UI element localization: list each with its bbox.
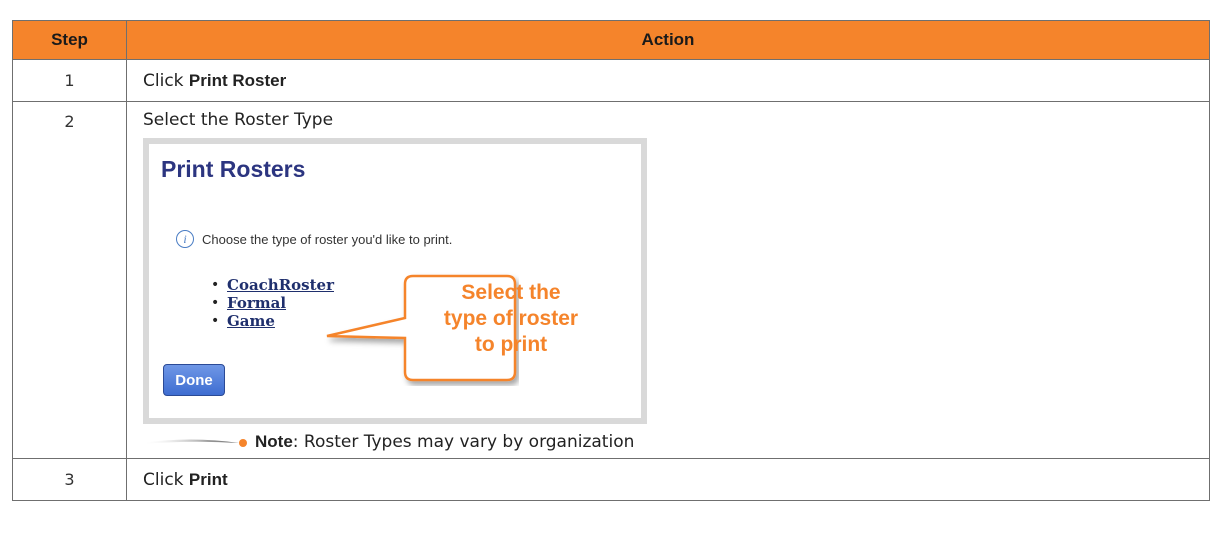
action-text: Click bbox=[143, 469, 189, 490]
table-row: 2 Select the Roster Type Print Rosters i… bbox=[12, 101, 1210, 459]
screenshot-panel: Print Rosters i Choose the type of roste… bbox=[149, 144, 641, 418]
info-message: i Choose the type of roster you'd like t… bbox=[176, 230, 452, 248]
note-swoosh-icon bbox=[141, 439, 247, 447]
action-cell: Select the Roster Type Print Rosters i C… bbox=[126, 101, 1210, 459]
callout-line: to print bbox=[474, 333, 548, 356]
action-bold-text: Print bbox=[188, 469, 228, 489]
header-step: Step bbox=[12, 20, 127, 60]
action-bold-text: Print Roster bbox=[188, 70, 287, 90]
note-line: Note: Roster Types may vary by organizat… bbox=[141, 432, 1209, 452]
info-text: Choose the type of roster you'd like to … bbox=[202, 231, 453, 247]
instructions-table: Step Action 1 Click Print Roster 2 Selec… bbox=[12, 20, 1210, 501]
table-row: 1 Click Print Roster bbox=[12, 59, 1210, 102]
note-text: : Roster Types may vary by organization bbox=[292, 432, 635, 452]
step-number: 3 bbox=[12, 458, 127, 501]
bullet-icon: • bbox=[211, 313, 220, 329]
callout-text: Select the type of roster to print bbox=[401, 280, 621, 358]
action-text: Select the Roster Type bbox=[143, 110, 334, 130]
action-cell: Click Print Roster bbox=[126, 59, 1210, 102]
callout-line: type of roster bbox=[443, 307, 579, 330]
print-rosters-title: Print Rosters bbox=[161, 156, 306, 182]
header-action: Action bbox=[126, 20, 1210, 60]
done-button[interactable]: Done bbox=[163, 364, 225, 396]
step-number: 1 bbox=[12, 59, 127, 102]
table-header-row: Step Action bbox=[12, 20, 1210, 60]
print-rosters-screenshot: Print Rosters i Choose the type of roste… bbox=[143, 138, 647, 424]
action-cell: Click Print bbox=[126, 458, 1210, 501]
link-formal[interactable]: Formal bbox=[227, 294, 286, 312]
note-label: Note bbox=[255, 432, 293, 451]
table-row: 3 Click Print bbox=[12, 458, 1210, 501]
bullet-icon: • bbox=[211, 277, 220, 293]
link-game[interactable]: Game bbox=[227, 312, 275, 330]
bullet-icon: • bbox=[211, 295, 220, 311]
step-number: 2 bbox=[12, 101, 127, 459]
info-icon: i bbox=[176, 230, 194, 248]
action-text: Click bbox=[143, 70, 189, 91]
callout-line: Select the bbox=[461, 281, 561, 304]
